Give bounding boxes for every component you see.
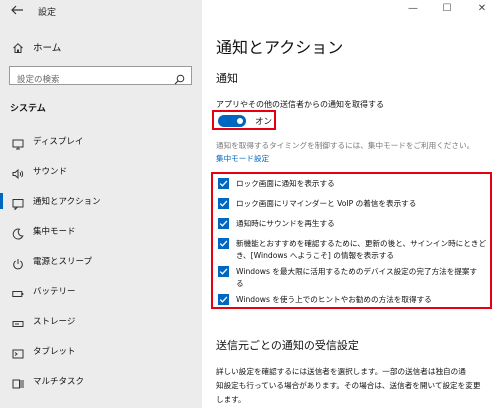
section-heading-notifications: 通知 bbox=[216, 72, 238, 85]
page-title: 通知とアクション bbox=[216, 38, 344, 57]
sidebar-item-focus[interactable]: 集中モード bbox=[0, 221, 202, 241]
storage-icon bbox=[12, 315, 24, 327]
sidebar-item-label: 集中モード bbox=[33, 227, 76, 237]
section-heading-per-sender: 送信元ごとの通知の受信設定 bbox=[216, 339, 359, 352]
notification-icon bbox=[12, 195, 24, 211]
app-title: 設定 bbox=[38, 8, 57, 18]
sidebar-item-battery[interactable]: バッテリー bbox=[0, 281, 202, 301]
checkbox-label: ロック画面に通知を表示する bbox=[236, 179, 335, 188]
sidebar-item-power[interactable]: 電源とスリープ bbox=[0, 251, 202, 271]
sidebar-item-multitask[interactable]: マルチタスク bbox=[0, 371, 202, 391]
tablet-icon bbox=[12, 345, 24, 359]
checkbox-label-line2: る bbox=[236, 279, 244, 288]
sidebar-item-label: マルチタスク bbox=[33, 377, 85, 387]
sidebar-item-label: タブレット bbox=[33, 347, 76, 357]
toggle-state-label: オン bbox=[255, 117, 273, 127]
display-icon bbox=[12, 135, 24, 150]
sender-description-line: 知設定も行っている場合があります。その場合は、送信者を開いて設定を変更 bbox=[216, 381, 481, 390]
moon-icon bbox=[12, 225, 24, 240]
sidebar-item-storage[interactable]: ストレージ bbox=[0, 311, 202, 331]
speaker-icon bbox=[12, 165, 24, 180]
maximize-icon[interactable]: ☐ bbox=[440, 2, 454, 16]
checkbox-label: Windows を最大限に活用するためのデバイス設定の完了方法を提案す bbox=[236, 267, 478, 276]
sidebar-item-label: ディスプレイ bbox=[33, 137, 84, 147]
title-bar: 設定 bbox=[0, 0, 202, 24]
sidebar: 設定 ホーム システム ディスプレイ サウンド 通知とアクション bbox=[0, 0, 202, 408]
sidebar-item-notifications[interactable]: 通知とアクション bbox=[0, 191, 202, 211]
sender-description-line: 詳しい設定を確認するには送信者を選択します。一部の送信者は独自の通 bbox=[216, 367, 466, 376]
battery-icon bbox=[12, 285, 24, 297]
sender-description: 詳しい設定を確認するには送信者を選択します。一部の送信者は独自の通 知設定も行っ… bbox=[216, 365, 480, 407]
highlight-frame-toggle: オン bbox=[212, 110, 276, 130]
back-arrow-icon[interactable] bbox=[10, 3, 26, 19]
checkbox[interactable] bbox=[218, 238, 229, 249]
highlight-frame-checkboxes: ロック画面に通知を表示する ロック画面にリマインダーと VoIP の着信を表示す… bbox=[211, 172, 492, 309]
checkbox-label: ロック画面にリマインダーと VoIP の着信を表示する bbox=[236, 199, 417, 208]
checkbox-label-line2: き、[Windows へようこそ] の情報を表示する bbox=[236, 251, 395, 260]
focus-settings-link[interactable]: 集中モード設定 bbox=[216, 153, 269, 164]
main-content: — ☐ ✕ 通知とアクション 通知 アプリやその他の送信者からの通知を取得する … bbox=[202, 0, 500, 408]
toggle-description: アプリやその他の送信者からの通知を取得する bbox=[216, 100, 384, 109]
home-icon bbox=[12, 39, 24, 53]
search-icon[interactable] bbox=[174, 70, 185, 85]
search-input[interactable] bbox=[10, 71, 160, 89]
checkbox[interactable] bbox=[218, 294, 229, 305]
search-box[interactable] bbox=[9, 66, 192, 89]
checkbox[interactable] bbox=[218, 266, 229, 277]
checkbox[interactable] bbox=[218, 218, 229, 229]
sidebar-item-label: 通知とアクション bbox=[33, 197, 101, 207]
checkbox-label: 通知時にサウンドを再生する bbox=[236, 219, 335, 228]
checkbox[interactable] bbox=[218, 178, 229, 189]
focus-description: 通知を取得するタイミングを制御するには、集中モードをご利用ください。 bbox=[216, 141, 475, 150]
sidebar-item-tablet[interactable]: タブレット bbox=[0, 341, 202, 361]
checkbox[interactable] bbox=[218, 198, 229, 209]
selection-indicator bbox=[0, 193, 3, 209]
sidebar-item-sound[interactable]: サウンド bbox=[0, 161, 202, 181]
checkbox-label: Windows を使う上でのヒントやお勧めの方法を取得する bbox=[236, 295, 432, 304]
multitask-icon bbox=[12, 375, 24, 389]
notifications-toggle[interactable] bbox=[218, 115, 246, 127]
sidebar-item-label: ストレージ bbox=[33, 317, 76, 327]
sender-description-line: します。 bbox=[216, 395, 246, 404]
power-icon bbox=[12, 255, 24, 270]
home-label: ホーム bbox=[33, 43, 62, 54]
section-label-system: システム bbox=[10, 104, 46, 114]
toggle-knob bbox=[237, 118, 243, 124]
sidebar-item-home[interactable]: ホーム bbox=[0, 36, 202, 58]
sidebar-item-display[interactable]: ディスプレイ bbox=[0, 131, 202, 151]
close-icon[interactable]: ✕ bbox=[475, 2, 489, 16]
minimize-icon[interactable]: — bbox=[406, 2, 420, 16]
sidebar-item-label: サウンド bbox=[33, 167, 68, 177]
sidebar-item-label: 電源とスリープ bbox=[33, 257, 92, 267]
sidebar-item-label: バッテリー bbox=[33, 287, 76, 297]
checkbox-label: 新機能とおすすめを確認するために、更新の後と、サインイン時にときど bbox=[236, 239, 487, 248]
